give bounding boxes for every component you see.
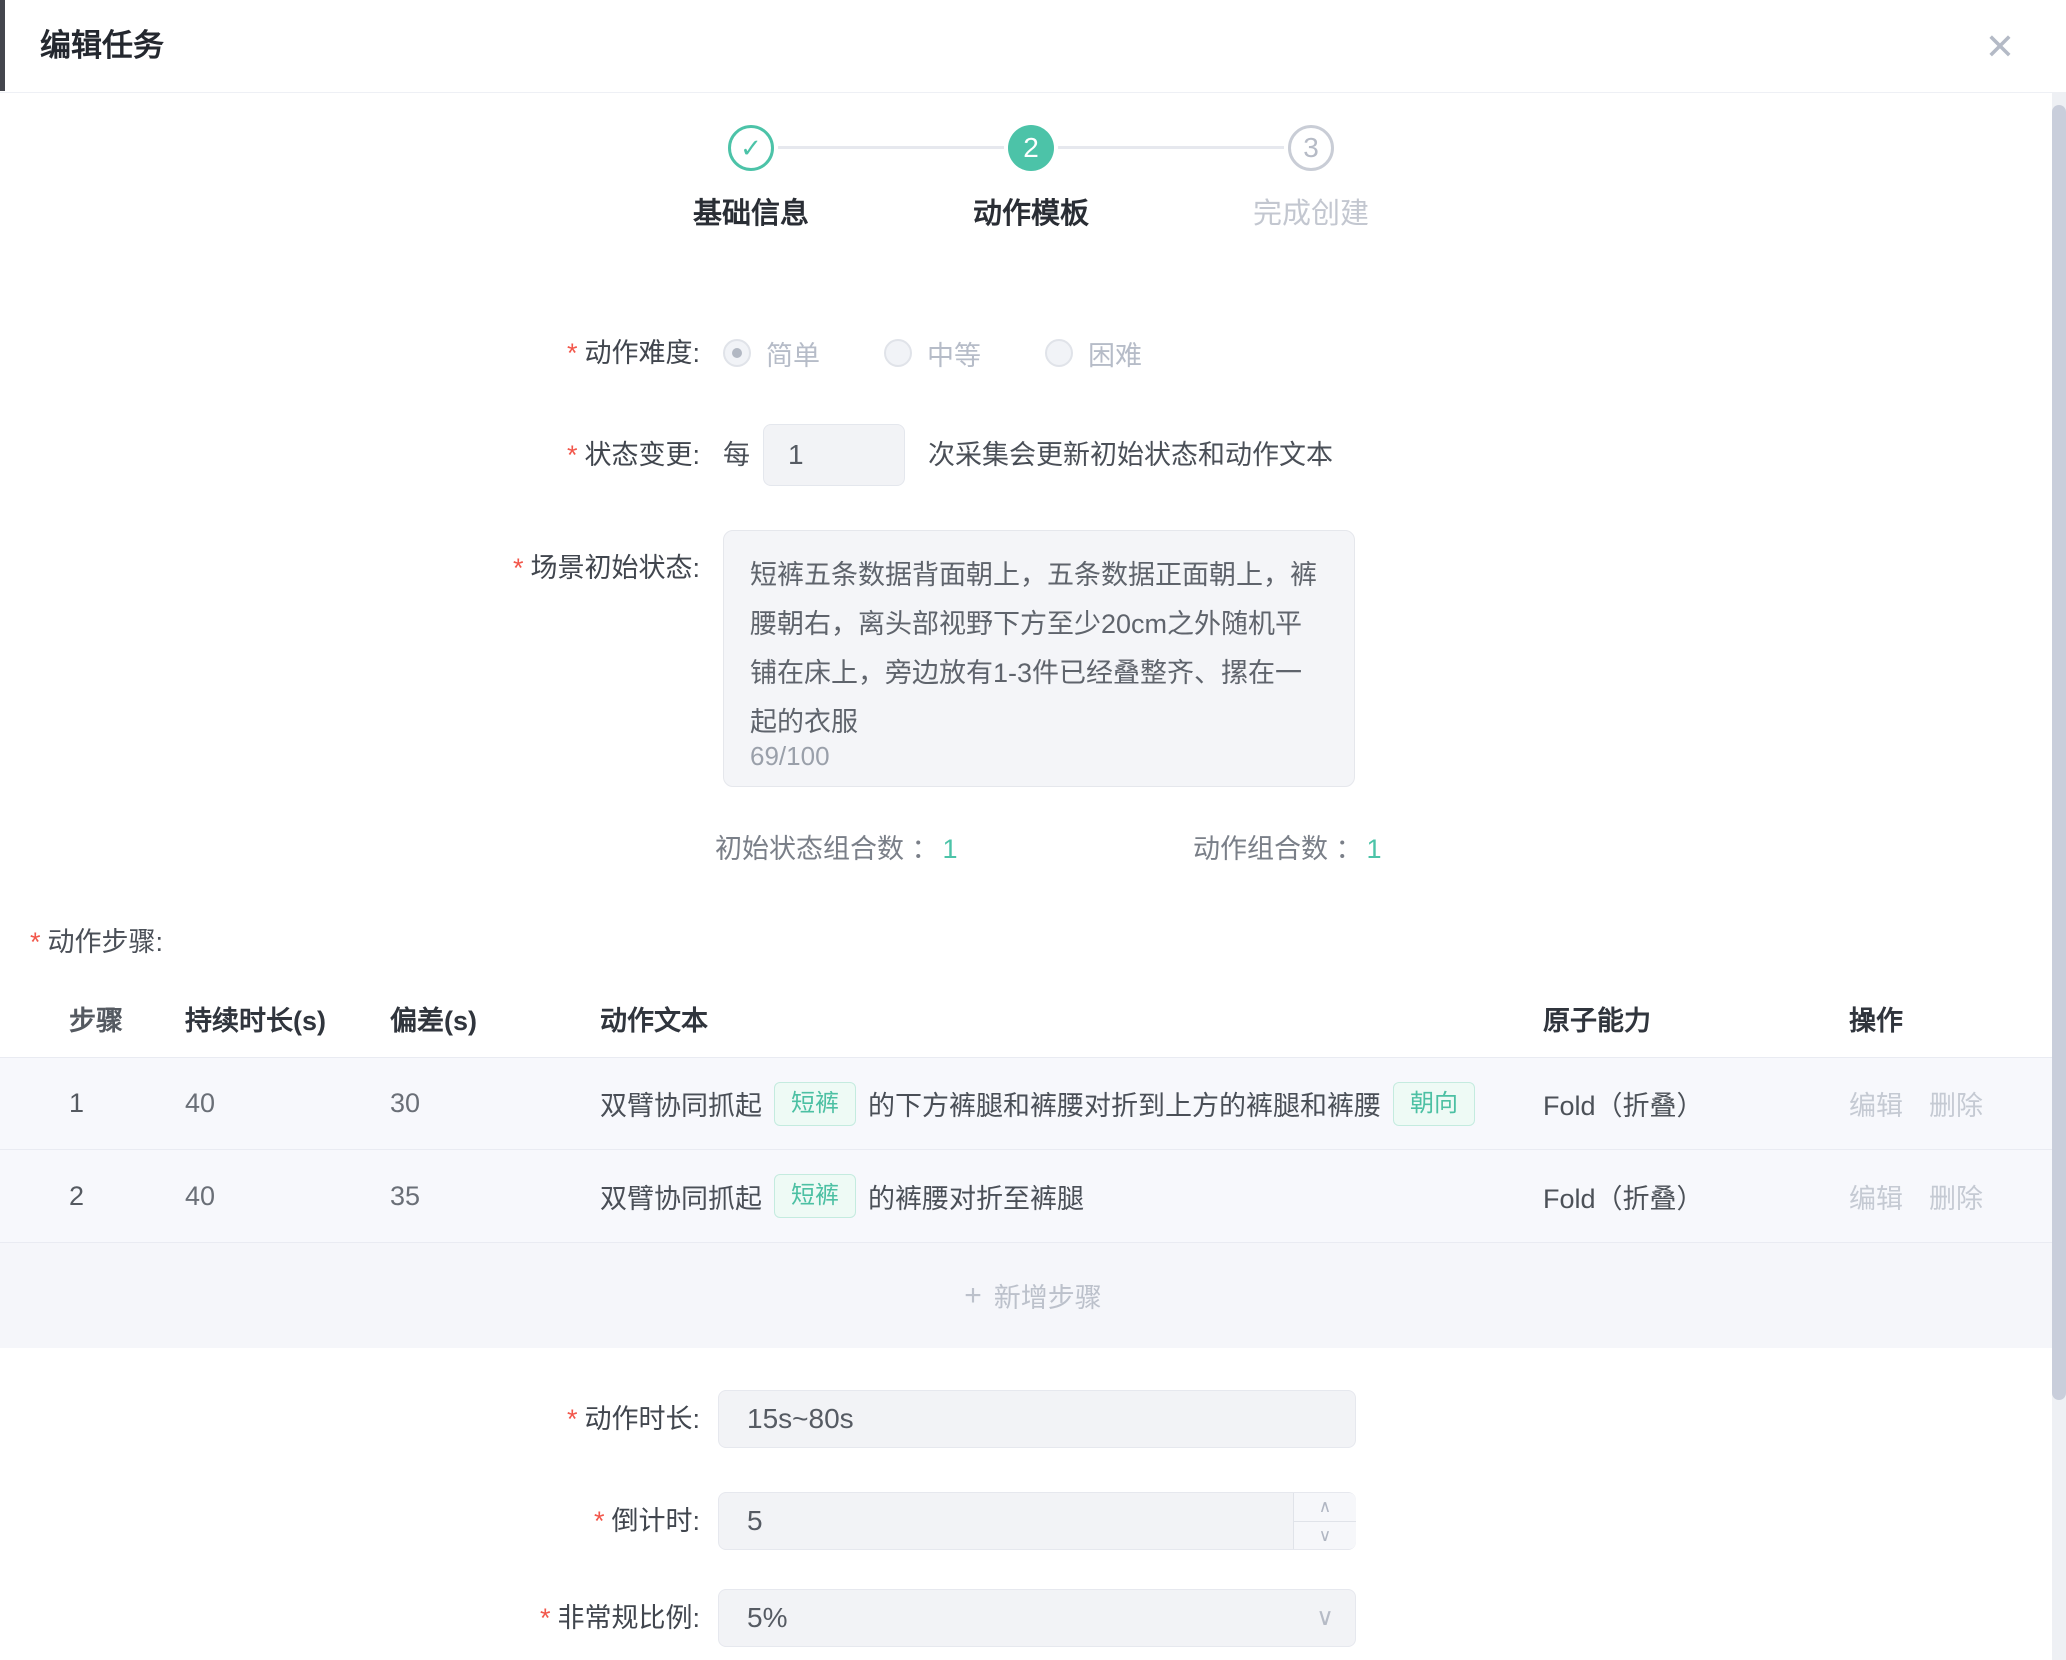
step-number: 2 <box>69 1150 84 1242</box>
duration-label: *动作时长: <box>0 1390 700 1448</box>
add-step-button[interactable]: + 新增步骤 <box>0 1243 2066 1348</box>
initial-combo-value: 1 <box>943 834 958 864</box>
radio-icon <box>1045 339 1073 367</box>
step-duration: 40 <box>185 1150 215 1242</box>
step-duration: 40 <box>185 1058 215 1149</box>
required-mark: * <box>540 1603 551 1633</box>
duration-row: *动作时长: 15s~80s <box>0 1390 2066 1448</box>
add-step-label: 新增步骤 <box>994 1276 1102 1315</box>
edit-link[interactable]: 编辑 <box>1849 1084 1903 1123</box>
row-operations: 编辑 删除 <box>1849 1150 1983 1242</box>
required-mark: * <box>594 1506 605 1536</box>
orientation-tag: 朝向 <box>1393 1082 1475 1126</box>
state-change-label: *状态变更: <box>0 424 700 486</box>
edit-link[interactable]: 编辑 <box>1849 1177 1903 1216</box>
action-text: 双臂协同抓起 <box>600 1084 762 1123</box>
duration-input[interactable]: 15s~80s <box>718 1390 1356 1448</box>
countdown-value: 5 <box>747 1505 763 1536</box>
initial-state-text: 短裤五条数据背面朝上，五条数据正面朝上，裤腰朝右，离头部视野下方至少20cm之外… <box>750 551 1328 747</box>
steps-table-header: 步骤 持续时长(s) 偏差(s) 动作文本 原子能力 操作 <box>0 985 2066 1057</box>
state-change-row: *状态变更: 每 1 次采集会更新初始状态和动作文本 <box>0 424 2066 486</box>
required-mark: * <box>567 1404 578 1434</box>
initial-state-textarea[interactable]: 短裤五条数据背面朝上，五条数据正面朝上，裤腰朝右，离头部视野下方至少20cm之外… <box>723 530 1355 787</box>
countdown-row: *倒计时: 5 ∧ ∨ <box>0 1492 2066 1550</box>
required-mark: * <box>513 553 524 583</box>
combos-row: 初始状态组合数 ：1 动作组合数 ：1 <box>0 828 2066 870</box>
step-offset: 35 <box>390 1150 420 1242</box>
atomic-ability: Fold（折叠） <box>1543 1058 1704 1149</box>
unusual-ratio-select[interactable]: 5% ∨ <box>718 1589 1356 1647</box>
countdown-label: *倒计时: <box>0 1492 700 1550</box>
dialog-body: ✓ 2 3 基础信息 动作模板 完成创建 *动作难度: 简单 中等 困难 <box>0 92 2066 1660</box>
difficulty-label: *动作难度: <box>0 330 700 376</box>
unusual-ratio-row: *非常规比例: 5% ∨ <box>0 1589 2066 1648</box>
atomic-ability: Fold（折叠） <box>1543 1150 1704 1242</box>
difficulty-radio-group: 简单 中等 困难 <box>723 330 1142 376</box>
step-2-label: 动作模板 <box>881 190 1181 232</box>
delete-link[interactable]: 删除 <box>1929 1084 1983 1123</box>
state-change-input[interactable]: 1 <box>763 424 905 486</box>
action-text: 双臂协同抓起 <box>600 1177 762 1216</box>
state-change-suffix: 次采集会更新初始状态和动作文本 <box>928 424 1333 486</box>
step-1-label: 基础信息 <box>601 190 901 232</box>
scrollbar-track <box>2052 92 2066 1660</box>
radio-option-hard[interactable]: 困难 <box>1045 334 1142 373</box>
action-text-cell: 双臂协同抓起 短裤 的下方裤腿和裤腰对折到上方的裤腿和裤腰 朝向 <box>600 1058 1475 1149</box>
delete-link[interactable]: 删除 <box>1929 1177 1983 1216</box>
action-combo-value: 1 <box>1367 834 1382 864</box>
col-header-text: 动作文本 <box>600 985 708 1057</box>
initial-state-label: *场景初始状态: <box>0 546 700 585</box>
initial-state-row: *场景初始状态: 短裤五条数据背面朝上，五条数据正面朝上，裤腰朝右，离头部视野下… <box>0 530 2066 787</box>
dialog-title: 编辑任务 <box>40 0 164 92</box>
step-number: 1 <box>69 1058 84 1149</box>
scrollbar-thumb[interactable] <box>2052 105 2066 1400</box>
increase-icon[interactable]: ∧ <box>1294 1493 1356 1522</box>
action-text: 的裤腰对折至裤腿 <box>868 1177 1084 1216</box>
step-3-indicator: 3 <box>1288 125 1334 171</box>
action-text: 的下方裤腿和裤腰对折到上方的裤腿和裤腰 <box>868 1084 1381 1123</box>
object-tag: 短裤 <box>774 1082 856 1126</box>
col-header-ability: 原子能力 <box>1543 985 1651 1057</box>
close-icon[interactable]: ✕ <box>1975 22 2025 72</box>
required-mark: * <box>567 338 578 368</box>
plus-icon: + <box>964 1279 982 1313</box>
number-stepper: ∧ ∨ <box>1293 1493 1356 1549</box>
col-header-duration: 持续时长(s) <box>185 985 326 1057</box>
decrease-icon[interactable]: ∨ <box>1294 1522 1356 1549</box>
chevron-down-icon: ∨ <box>1305 1590 1345 1646</box>
stepper-connector <box>1058 146 1284 149</box>
radio-option-medium[interactable]: 中等 <box>884 334 981 373</box>
difficulty-row: *动作难度: 简单 中等 困难 <box>0 330 2066 376</box>
object-tag: 短裤 <box>774 1174 856 1218</box>
countdown-input[interactable]: 5 ∧ ∨ <box>718 1492 1356 1550</box>
required-mark: * <box>567 440 578 470</box>
unusual-ratio-label: *非常规比例: <box>0 1589 700 1647</box>
char-counter: 69/100 <box>750 741 830 772</box>
action-text-cell: 双臂协同抓起 短裤 的裤腰对折至裤腿 <box>600 1150 1084 1242</box>
table-row: 1 40 30 双臂协同抓起 短裤 的下方裤腿和裤腰对折到上方的裤腿和裤腰 朝向… <box>0 1057 2066 1150</box>
required-mark: * <box>30 927 41 957</box>
step-1-check-icon: ✓ <box>728 125 774 171</box>
dialog-header: 编辑任务 ✕ <box>0 0 2066 93</box>
col-header-step: 步骤 <box>69 985 123 1057</box>
radio-option-easy[interactable]: 简单 <box>723 334 820 373</box>
action-steps-label: *动作步骤: <box>30 920 163 959</box>
initial-combo-count: 初始状态组合数 ：1 <box>715 828 958 870</box>
col-header-ops: 操作 <box>1849 985 1903 1057</box>
action-combo-count: 动作组合数 ：1 <box>1193 828 1382 870</box>
edit-task-dialog: {{current_time}}{{current_time}}{{curren… <box>0 0 2066 1660</box>
backdrop-edge <box>0 0 5 91</box>
stepper-connector <box>778 146 1004 149</box>
state-change-prefix: 每 <box>723 424 750 486</box>
step-offset: 30 <box>390 1058 420 1149</box>
step-2-indicator: 2 <box>1008 125 1054 171</box>
col-header-offset: 偏差(s) <box>390 985 477 1057</box>
radio-icon <box>723 339 751 367</box>
row-operations: 编辑 删除 <box>1849 1058 1983 1149</box>
table-row: 2 40 35 双臂协同抓起 短裤 的裤腰对折至裤腿 Fold（折叠） 编辑 删… <box>0 1150 2066 1243</box>
unusual-ratio-value: 5% <box>747 1602 787 1633</box>
radio-icon <box>884 339 912 367</box>
step-3-label: 完成创建 <box>1161 190 1461 232</box>
